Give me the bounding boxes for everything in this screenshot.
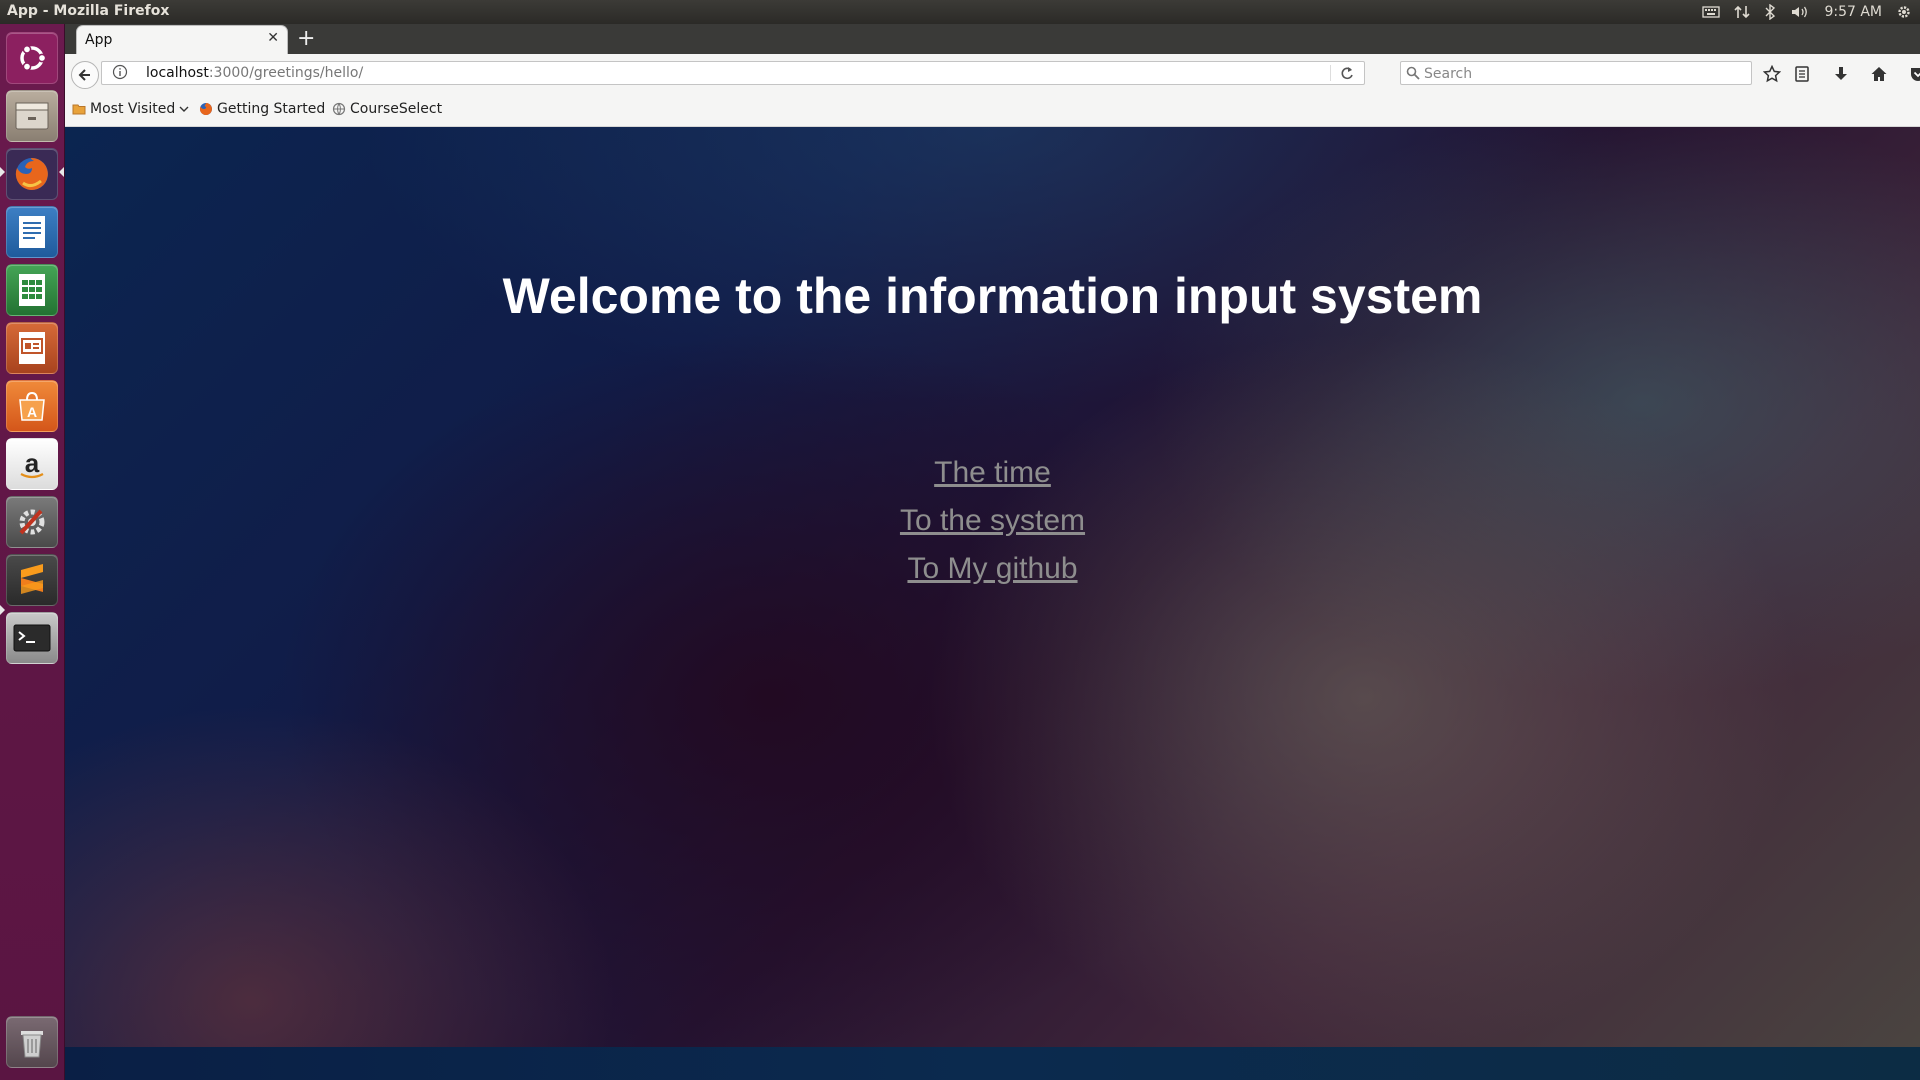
running-indicator-icon xyxy=(0,167,5,177)
running-indicator-icon xyxy=(0,605,5,615)
svg-text:a: a xyxy=(25,448,40,478)
search-input[interactable]: Search xyxy=(1400,61,1752,85)
software-center-icon[interactable]: A xyxy=(6,380,58,432)
search-placeholder: Search xyxy=(1424,66,1473,82)
page-content: Welcome to the information input system … xyxy=(65,127,1920,1047)
bookmark-star-icon[interactable] xyxy=(1762,64,1782,84)
bookmark-getting-started[interactable]: Getting Started xyxy=(199,101,325,117)
firefox-small-icon xyxy=(199,103,212,115)
libreoffice-calc-icon[interactable] xyxy=(6,264,58,316)
url-path: :3000/greetings/hello/ xyxy=(208,65,364,81)
search-icon xyxy=(1406,65,1420,84)
window-title: App - Mozilla Firefox xyxy=(7,3,170,19)
svg-text:A: A xyxy=(27,404,37,420)
url-bar[interactable]: localhost:3000/greetings/hello/ xyxy=(101,61,1365,85)
download-icon[interactable] xyxy=(1831,64,1851,84)
volume-icon[interactable] xyxy=(1790,4,1810,20)
link-to-my-github[interactable]: To My github xyxy=(907,545,1077,593)
amazon-icon[interactable]: a xyxy=(6,438,58,490)
keyboard-icon[interactable] xyxy=(1702,5,1721,19)
reload-icon[interactable] xyxy=(1340,65,1354,85)
home-icon[interactable] xyxy=(1869,64,1889,84)
trash-icon[interactable] xyxy=(6,1016,58,1068)
bluetooth-icon[interactable] xyxy=(1764,4,1776,20)
file-manager-icon[interactable] xyxy=(6,90,58,142)
unity-launcher: A a xyxy=(0,24,65,1080)
url-text[interactable]: localhost:3000/greetings/hello/ xyxy=(146,65,363,81)
tab-bar: App ✕ + xyxy=(65,24,1920,54)
bookmark-label: Getting Started xyxy=(217,101,326,117)
navigation-toolbar: localhost:3000/greetings/hello/ Search xyxy=(65,54,1920,95)
tab-app[interactable]: App ✕ xyxy=(77,26,287,54)
info-icon[interactable] xyxy=(112,64,128,80)
settings-icon[interactable] xyxy=(6,496,58,548)
bookmark-label: Most Visited xyxy=(90,101,176,117)
new-tab-button[interactable]: + xyxy=(297,26,315,51)
url-divider xyxy=(1330,65,1331,81)
back-button[interactable] xyxy=(71,61,99,89)
bookmarks-toolbar: Most Visited Getting Started CourseSelec… xyxy=(65,94,1920,127)
ubuntu-logo-icon[interactable] xyxy=(6,32,58,84)
system-tray: 9:57 AM xyxy=(1702,0,1912,24)
close-icon[interactable]: ✕ xyxy=(267,30,279,46)
terminal-icon[interactable] xyxy=(6,612,58,664)
back-arrow-icon xyxy=(78,69,90,81)
page-title: Welcome to the information input system xyxy=(502,268,1483,324)
chevron-down-icon xyxy=(179,106,189,112)
libreoffice-writer-icon[interactable] xyxy=(6,206,58,258)
clock[interactable]: 9:57 AM xyxy=(1824,4,1882,20)
reading-list-icon[interactable] xyxy=(1792,64,1812,84)
page-bottom-strip xyxy=(65,1047,1920,1080)
tab-title: App xyxy=(85,32,113,48)
network-icon[interactable] xyxy=(1734,4,1751,20)
pocket-icon[interactable] xyxy=(1908,64,1920,84)
bookmark-most-visited[interactable]: Most Visited xyxy=(72,101,189,117)
link-the-time[interactable]: The time xyxy=(934,449,1051,497)
globe-icon xyxy=(332,102,346,116)
url-host: localhost xyxy=(146,65,209,81)
gear-icon[interactable] xyxy=(1896,4,1912,20)
bookmark-label: CourseSelect xyxy=(350,101,443,117)
link-list: The time To the system To My github xyxy=(65,449,1920,593)
sublime-text-icon[interactable] xyxy=(6,554,58,606)
firefox-icon[interactable] xyxy=(6,148,58,200)
top-panel: App - Mozilla Firefox 9:57 AM xyxy=(0,0,1920,24)
active-indicator-icon xyxy=(59,167,64,177)
bookmark-courseselect[interactable]: CourseSelect xyxy=(332,101,442,117)
libreoffice-impress-icon[interactable] xyxy=(6,322,58,374)
link-to-the-system[interactable]: To the system xyxy=(900,497,1085,545)
folder-icon xyxy=(72,104,86,115)
